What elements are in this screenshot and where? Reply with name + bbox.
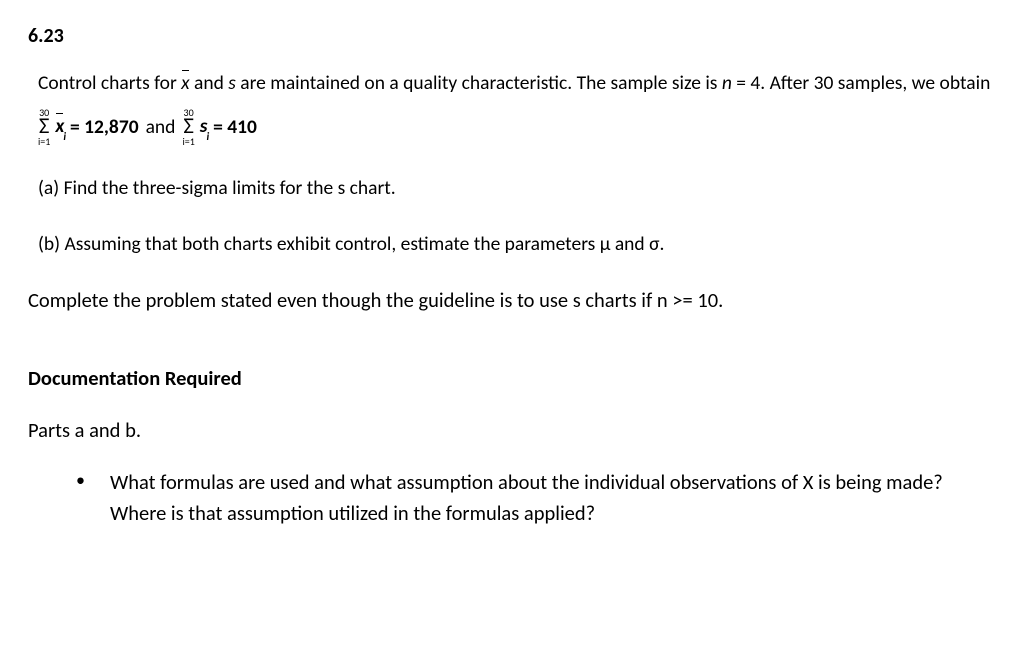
sub-i-2: i (206, 130, 209, 143)
intro-mid1: and (190, 71, 229, 95)
intro-eq: = 4. After 30 samples, we obtain (732, 71, 990, 95)
problem-number: 6.23 (28, 22, 996, 51)
eq1-value: = 12,870 (70, 113, 139, 141)
problem-intro: Control charts for x and s are maintaine… (38, 69, 996, 98)
sigma-1: 30 Σ i=1 (38, 108, 50, 146)
guideline-note: Complete the problem stated even though … (28, 286, 996, 316)
parts-label: Parts a and b. (28, 416, 996, 446)
part-a: (a) Find the three-sigma limits for the … (38, 174, 996, 202)
sigma-symbol-2: Σ (183, 117, 194, 137)
and-word: and (146, 113, 176, 141)
documentation-heading: Documentation Required (28, 364, 996, 394)
eq2-value: = 410 (213, 113, 257, 141)
s-symbol: s (228, 71, 236, 95)
x-bar-symbol: x (181, 69, 189, 98)
bullet-item: What formulas are used and what assumpti… (76, 467, 996, 529)
sigma-lower-1: i=1 (38, 137, 50, 146)
sigma-lower-2: i=1 (182, 137, 194, 146)
sigma-2: 30 Σ i=1 (182, 108, 194, 146)
summation-equations: 30 Σ i=1 xi = 12,870 and 30 Σ i=1 si = 4… (38, 108, 996, 146)
sum-xbar-term: xi (55, 112, 66, 142)
part-b: (b) Assuming that both charts exhibit co… (38, 230, 996, 258)
bullet-list: What formulas are used and what assumpti… (28, 467, 996, 529)
sum-s-term: si (200, 112, 209, 142)
intro-mid2: are maintained on a quality characterist… (236, 71, 722, 95)
sigma-symbol-1: Σ (39, 117, 50, 137)
intro-pre: Control charts for (38, 71, 181, 95)
sub-i-1: i (63, 130, 66, 143)
n-symbol: n (722, 71, 732, 95)
